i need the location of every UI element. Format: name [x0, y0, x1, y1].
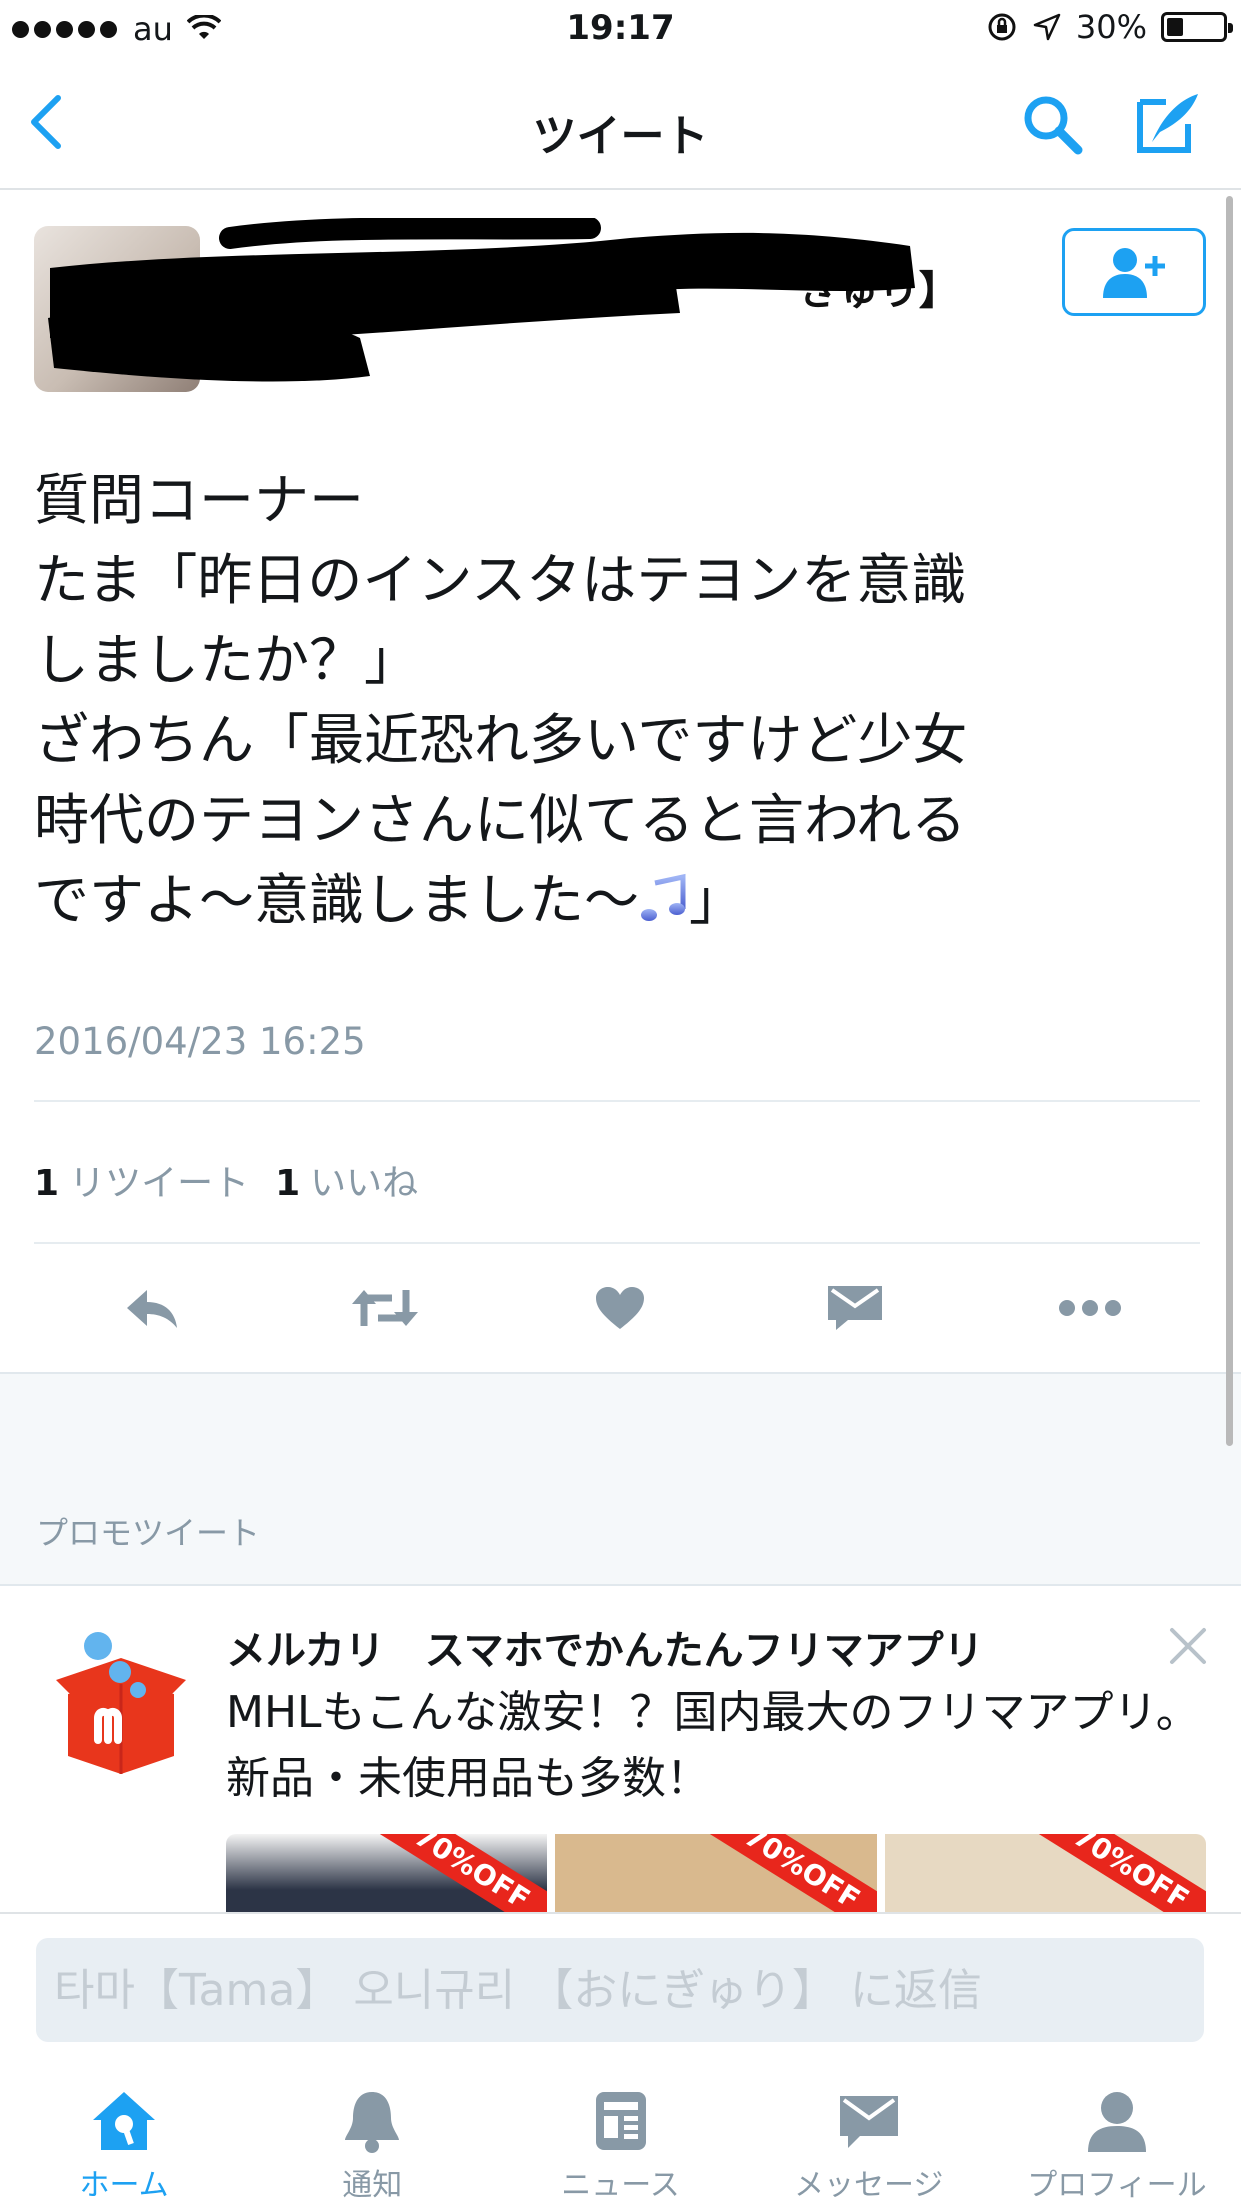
tab-label: メッセージ	[794, 2168, 944, 2203]
promoted-account-name[interactable]: メルカリ スマホでかんたんフリマアプリ	[226, 1618, 984, 1676]
tab-label: ホーム	[79, 2168, 169, 2203]
reply-icon	[127, 1290, 177, 1328]
retweet-icon	[352, 1290, 418, 1326]
tweet-actions	[0, 1270, 1241, 1350]
compose-icon[interactable]	[1132, 88, 1202, 158]
retweet-stat[interactable]: 1 リツイート	[34, 1154, 249, 1206]
orientation-lock-icon	[988, 13, 1016, 41]
tweet-text-line: 」	[689, 868, 745, 932]
divider	[34, 1242, 1200, 1244]
divider	[34, 1100, 1200, 1102]
status-right: 30%	[986, 8, 1233, 46]
more-button[interactable]	[1055, 1278, 1125, 1338]
status-bar: au 19:17 30%	[0, 0, 1241, 62]
promo-image[interactable]: 70%OFF	[226, 1834, 548, 1914]
scrollbar[interactable]	[1226, 196, 1233, 1446]
discount-ribbon: 70%OFF	[1031, 1834, 1206, 1914]
tab-label: ニュース	[561, 2168, 680, 2203]
tweet-timestamp: 2016/04/23 16:25	[34, 1020, 366, 1063]
promoted-media[interactable]: 70%OFF 70%OFF 70%OFF	[226, 1834, 1206, 1914]
tweet-text-line: たま「昨日のインスタはテヨンを意識	[34, 548, 967, 612]
like-label: いいね	[310, 1163, 419, 1204]
retweet-label: リツイート	[69, 1163, 250, 1204]
promoted-section-label: プロモツイート	[36, 1514, 261, 1552]
add-user-icon	[1103, 248, 1165, 298]
like-icon	[596, 1287, 644, 1329]
retweet-button[interactable]	[350, 1278, 420, 1338]
tab-messages[interactable]: メッセージ	[745, 2072, 993, 2205]
tweet-text-line: 時代のテヨンさんに似てると言われる	[34, 788, 967, 852]
tab-notifications[interactable]: 通知	[248, 2072, 496, 2205]
tweet-text-line: 質問コーナー	[34, 468, 365, 532]
reply-bar	[0, 1912, 1241, 2052]
battery-icon	[1161, 12, 1233, 42]
more-icon	[1059, 1300, 1121, 1316]
profile-icon	[1087, 2092, 1146, 2152]
promo-image[interactable]: 70%OFF	[555, 1834, 877, 1914]
discount-ribbon: 70%OFF	[702, 1834, 877, 1914]
tweet-text-line: しましたか？」	[34, 628, 420, 692]
close-icon[interactable]	[1168, 1626, 1208, 1666]
reply-input[interactable]	[36, 1938, 1204, 2042]
tab-profile[interactable]: プロフィール	[993, 2072, 1241, 2205]
tweet-text-line: ざわちん「最近恐れ多いですけど少女	[34, 708, 968, 772]
news-icon	[595, 2092, 646, 2150]
retweet-count: 1	[34, 1163, 60, 1204]
reply-button[interactable]	[118, 1278, 188, 1338]
tweet-text-last-line: ですよ〜意識しました〜」	[34, 860, 1214, 940]
tweet-text-line: ですよ〜意識しました〜	[34, 868, 640, 932]
tab-label: 通知	[342, 2168, 403, 2203]
navigation-bar: ツイート	[0, 62, 1241, 190]
discount-ribbon: 70%OFF	[372, 1834, 548, 1914]
like-stat[interactable]: 1 いいね	[275, 1154, 418, 1206]
home-icon	[93, 2092, 156, 2150]
battery-percent: 30%	[1075, 8, 1147, 46]
search-icon[interactable]	[1020, 92, 1086, 158]
direct-message-button[interactable]	[820, 1278, 890, 1338]
tweet-text: 質問コーナー たま「昨日のインスタはテヨンを意識 しましたか？」 ざわちん「最近…	[34, 460, 1214, 940]
promoted-tweet-text: MHLもこんな激安！？国内最大のフリマアプリ。新品・未使用品も多数！	[226, 1687, 1200, 1804]
tweet-stats: 1 リツイート 1 いいね	[34, 1154, 418, 1206]
location-icon	[1033, 13, 1061, 41]
follow-button[interactable]	[1062, 228, 1206, 316]
promo-image[interactable]: 70%OFF	[884, 1834, 1206, 1914]
like-button[interactable]	[585, 1278, 655, 1338]
tab-home[interactable]: ホーム	[0, 2072, 248, 2205]
tab-news[interactable]: ニュース	[496, 2072, 744, 2205]
mercari-logo-icon[interactable]	[46, 1628, 196, 1778]
like-count: 1	[275, 1163, 301, 1204]
bell-icon	[345, 2092, 400, 2153]
envelope-icon	[839, 2096, 898, 2148]
tab-bar: ホーム 通知 ニュース メッセージ プロフィール	[0, 2072, 1241, 2205]
direct-message-icon	[828, 1286, 882, 1330]
redaction-scribble	[48, 218, 915, 382]
tab-label: プロフィール	[1027, 2168, 1207, 2203]
music-note-emoji-icon	[641, 873, 686, 921]
